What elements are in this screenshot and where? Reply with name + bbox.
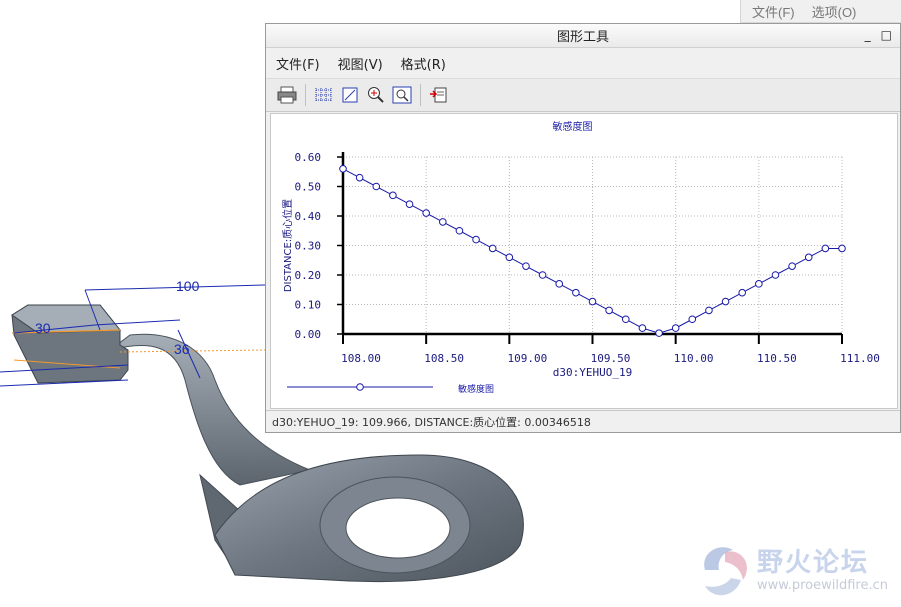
data-point xyxy=(522,262,530,270)
data-point xyxy=(555,280,564,288)
chart-title: 敏感度图 xyxy=(553,120,593,133)
grid-icon[interactable] xyxy=(313,84,335,106)
watermark-logo-icon xyxy=(704,547,747,596)
data-point xyxy=(339,165,347,173)
graph-menubar: 文件(F) 视图(V) 格式(R) xyxy=(266,48,900,78)
x-tick-label: 109.50 xyxy=(591,352,631,365)
maximize-icon[interactable]: □ xyxy=(881,28,892,42)
data-point xyxy=(671,324,680,332)
data-point xyxy=(422,209,430,217)
x-tick-label: 110.50 xyxy=(757,352,797,365)
data-point xyxy=(372,182,381,191)
y-tick-label: 0.20 xyxy=(295,269,322,282)
legend-label: 敏感度图 xyxy=(458,383,494,395)
y-tick-label: 0.30 xyxy=(295,240,322,253)
x-tick-label: 108.00 xyxy=(341,352,381,365)
x-tick-label: 109.00 xyxy=(507,352,547,365)
zoom-in-icon[interactable] xyxy=(365,84,387,106)
y-tick-label: 0.50 xyxy=(295,181,322,194)
menu-format[interactable]: 格式(R) xyxy=(401,54,446,73)
data-point xyxy=(588,297,597,306)
menu-file[interactable]: 文件(F) xyxy=(276,54,320,73)
y-tick-label: 0.40 xyxy=(295,210,322,223)
status-bar: d30:YEHUO_19: 109.966, DISTANCE:质心位置: 0.… xyxy=(266,410,900,432)
status-text: d30:YEHUO_19: 109.966, DISTANCE:质心位置: 0.… xyxy=(272,415,591,429)
data-point xyxy=(788,262,796,270)
data-point xyxy=(505,253,514,262)
watermark-text: 野火论坛 xyxy=(757,548,870,578)
forum-watermark: 野火论坛 www.proewildfire.cn xyxy=(695,540,895,602)
plot-area[interactable]: 敏感度图 108.00 108.50 109.00 109.50 110.00 110.50… xyxy=(270,113,898,409)
x-axis-label: d30:YEHUO_19 xyxy=(553,366,632,379)
export-icon[interactable] xyxy=(428,84,450,106)
print-icon[interactable] xyxy=(276,84,298,106)
window-titlebar[interactable]: 图形工具 _ □ xyxy=(266,24,900,48)
data-point xyxy=(488,244,497,253)
data-point xyxy=(655,329,663,337)
data-point xyxy=(405,200,414,208)
minimize-icon[interactable]: _ xyxy=(865,28,871,42)
data-point xyxy=(472,235,480,244)
data-point xyxy=(838,244,846,253)
toolbar-separator xyxy=(420,84,421,106)
data-point xyxy=(605,306,613,315)
dimension-100[interactable]: 100 xyxy=(176,278,200,294)
graph-toolbar xyxy=(266,78,900,112)
data-point xyxy=(355,173,364,182)
legend-marker xyxy=(356,383,364,391)
y-tick-label: 0.60 xyxy=(295,151,322,164)
data-point xyxy=(688,315,697,324)
data-point xyxy=(455,226,464,235)
y-tick-label: 0.00 xyxy=(295,328,322,341)
y-axis-label: DISTANCE:质心位置 xyxy=(281,199,294,292)
data-point xyxy=(705,306,713,315)
data-point xyxy=(621,315,630,324)
data-point xyxy=(821,244,830,253)
menu-view[interactable]: 视图(V) xyxy=(338,54,383,73)
window-title: 图形工具 xyxy=(556,30,609,45)
dimension-30[interactable]: 30 xyxy=(35,320,51,336)
x-tick-label: 108.50 xyxy=(424,352,464,365)
x-tick-label: 111.00 xyxy=(840,352,880,365)
data-point xyxy=(755,280,763,288)
data-point xyxy=(538,271,547,279)
x-tick-label: 110.00 xyxy=(674,352,714,365)
zoom-fit-icon[interactable] xyxy=(391,84,413,106)
data-point xyxy=(439,218,447,226)
sensitivity-chart[interactable]: 敏感度图 108.00 108.50 109.00 109.50 110.00 110.50… xyxy=(271,114,897,408)
watermark-url: www.proewildfire.cn xyxy=(757,578,888,593)
data-point xyxy=(572,288,580,297)
axis-icon[interactable] xyxy=(339,84,361,106)
data-point xyxy=(638,324,647,332)
data-point xyxy=(771,271,780,279)
data-point xyxy=(804,253,813,262)
y-tick-label: 0.10 xyxy=(295,299,322,312)
data-point xyxy=(721,297,730,306)
data-point xyxy=(389,191,397,200)
toolbar-separator xyxy=(305,84,306,106)
dimension-36[interactable]: 36 xyxy=(174,341,190,357)
graph-tool-window: 图形工具 _ □ 文件(F) 视图(V) 格式(R) 敏感度图 108.00 1… xyxy=(265,23,901,433)
data-point xyxy=(738,288,747,297)
